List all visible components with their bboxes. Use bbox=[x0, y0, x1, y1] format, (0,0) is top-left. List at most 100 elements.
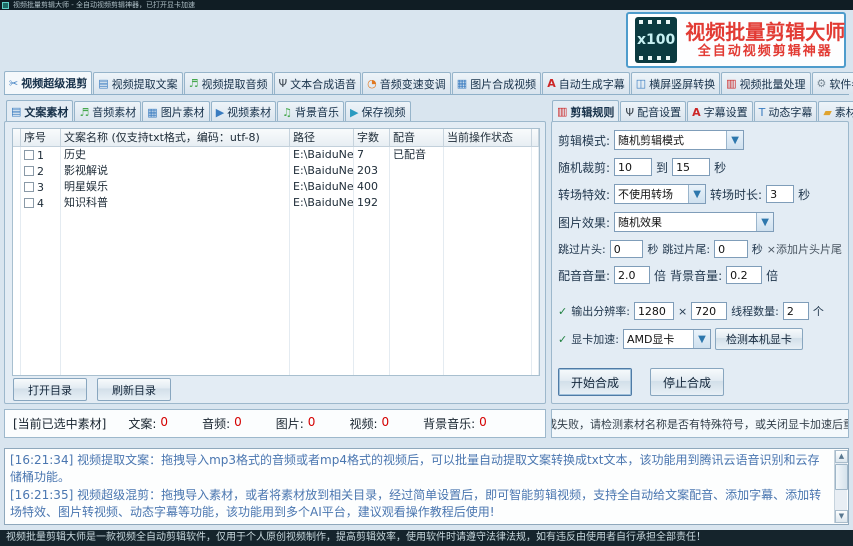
row-number: 2 bbox=[37, 164, 44, 179]
tab-audio-material[interactable]: ♬ 音频素材 bbox=[74, 101, 141, 122]
image-effect-select[interactable]: 随机效果 bbox=[614, 212, 774, 232]
cell-path: E:\BaiduNetd... bbox=[290, 147, 354, 163]
header-voice[interactable]: 配音 bbox=[390, 129, 444, 146]
random-crop-max-input[interactable]: 15 bbox=[672, 158, 710, 176]
row-number: 1 bbox=[37, 148, 44, 163]
scroll-down-icon[interactable]: ▼ bbox=[835, 510, 848, 523]
tab-video-batch-process[interactable]: ▥ 视频批量处理 bbox=[721, 72, 810, 94]
gpu-checkbox[interactable]: ✓ bbox=[558, 333, 567, 346]
resolution-row: ✓ 输出分辨率: 1280 × 720 线程数量: 2 个 bbox=[558, 302, 842, 320]
cell-status bbox=[444, 147, 532, 163]
tab-software-settings[interactable]: ⚙ 软件参数设置 bbox=[812, 72, 853, 94]
bg-volume-input[interactable]: 0.2 bbox=[726, 266, 762, 284]
log-entry: [16:21:35] 视频超级混剪：拖拽导入素材，或者将素材放到相关目录，经过简… bbox=[10, 487, 830, 521]
tab-video-material[interactable]: ▶ 视频素材 bbox=[211, 101, 276, 122]
skip-tail-input[interactable]: 0 bbox=[714, 240, 748, 258]
table-row[interactable]: 1 历史 E:\BaiduNetd... 7 已配音 bbox=[13, 147, 539, 163]
clock-icon: ◔ bbox=[367, 78, 377, 89]
dropdown-arrow-icon[interactable] bbox=[756, 213, 773, 231]
tab-text-to-speech[interactable]: Ψ 文本合成语音 bbox=[274, 72, 362, 94]
tab-bgm[interactable]: ♫ 背景音乐 bbox=[277, 101, 344, 122]
skip-row: 跳过片头: 0 秒 跳过片尾: 0 秒 ×添加片头片尾 bbox=[558, 240, 842, 258]
dropdown-arrow-icon[interactable] bbox=[693, 330, 710, 348]
header-path[interactable]: 路径 bbox=[290, 129, 354, 146]
tab-video-extract-text[interactable]: ▤ 视频提取文案 bbox=[93, 72, 182, 94]
skip-head-input[interactable]: 0 bbox=[610, 240, 644, 258]
header-extra bbox=[532, 129, 539, 146]
tab-auto-subtitles[interactable]: A 自动生成字幕 bbox=[542, 72, 630, 94]
crop-unit-label: 秒 bbox=[714, 159, 726, 176]
text-material-panel: 序号 文案名称 (仅支持txt格式，编码：utf-8) 路径 字数 配音 当前操… bbox=[4, 121, 546, 404]
cell-num: 1 bbox=[21, 147, 61, 163]
row-checkbox[interactable] bbox=[24, 166, 34, 176]
voice-volume-unit: 倍 bbox=[654, 267, 666, 284]
dropdown-arrow-icon[interactable] bbox=[726, 131, 743, 149]
row-checkbox[interactable] bbox=[24, 150, 34, 160]
cell-name: 历史 bbox=[61, 147, 290, 163]
tab-label: 视频批量处理 bbox=[740, 76, 806, 92]
scrollbar-thumb[interactable] bbox=[835, 464, 848, 490]
resolution-checkbox[interactable]: ✓ bbox=[558, 305, 567, 318]
image-effect-label: 图片效果: bbox=[558, 214, 610, 231]
header-gutter bbox=[13, 129, 21, 146]
gpu-select[interactable]: AMD显卡 bbox=[623, 329, 711, 349]
selected-materials-bar: [当前已选中素材] 文案:0 音频:0 图片:0 视频:0 背景音乐:0 bbox=[4, 409, 546, 438]
random-crop-min-input[interactable]: 10 bbox=[614, 158, 652, 176]
row-checkbox[interactable] bbox=[24, 198, 34, 208]
compose-status-message: 合成失败，请检测素材名称是否有特殊符号，或关闭显卡加速后重试 bbox=[551, 409, 849, 438]
stop-compose-button[interactable]: 停止合成 bbox=[650, 368, 724, 396]
tab-label: 文案素材 bbox=[24, 104, 68, 120]
tab-image-material[interactable]: ▦ 图片素材 bbox=[142, 101, 209, 122]
rules-tab-bar: ▥ 剪辑规则 Ψ 配音设置 A 字幕设置 T 动态字幕 ▰ 素材目录 bbox=[552, 100, 853, 122]
add-intro-outro-checkbox[interactable]: ×添加片头片尾 bbox=[767, 241, 842, 257]
table-row[interactable]: 2 影视解说 E:\BaiduNetd... 203 bbox=[13, 163, 539, 179]
header-name[interactable]: 文案名称 (仅支持txt格式，编码：utf-8) bbox=[61, 129, 290, 146]
cell-extra bbox=[532, 179, 539, 195]
tab-edit-rules[interactable]: ▥ 剪辑规则 bbox=[552, 100, 619, 122]
threads-label: 线程数量: bbox=[731, 303, 779, 319]
voice-volume-input[interactable]: 2.0 bbox=[614, 266, 650, 284]
title-bar: 视频批量剪辑大师 - 全自动视频剪辑神器，已打开显卡加速 bbox=[0, 0, 853, 10]
tab-audio-speed-pitch[interactable]: ◔ 音频变速变调 bbox=[362, 72, 451, 94]
tab-dubbing-settings[interactable]: Ψ 配音设置 bbox=[620, 101, 686, 122]
tab-label: 保存视频 bbox=[362, 104, 406, 120]
clip-mode-select[interactable]: 随机剪辑模式 bbox=[614, 130, 744, 150]
logo-text: 视频批量剪辑大师 全自动视频剪辑神器 bbox=[685, 20, 845, 60]
start-compose-button[interactable]: 开始合成 bbox=[558, 368, 632, 396]
scroll-up-icon[interactable]: ▲ bbox=[835, 450, 848, 463]
log-scrollbar[interactable]: ▲ ▼ bbox=[834, 450, 847, 523]
open-directory-button[interactable]: 打开目录 bbox=[13, 378, 87, 401]
image-icon: ▦ bbox=[457, 78, 467, 89]
tab-dynamic-subtitles[interactable]: T 动态字幕 bbox=[754, 101, 818, 122]
row-checkbox[interactable] bbox=[24, 182, 34, 192]
tab-text-material[interactable]: ▤ 文案素材 bbox=[6, 100, 73, 122]
threads-input[interactable]: 2 bbox=[783, 302, 809, 320]
tab-subtitle-settings[interactable]: A 字幕设置 bbox=[687, 101, 753, 122]
transition-duration-input[interactable]: 3 bbox=[766, 185, 794, 203]
header-status[interactable]: 当前操作状态 bbox=[444, 129, 532, 146]
tab-save-video[interactable]: ▶ 保存视频 bbox=[345, 101, 410, 122]
table-row[interactable]: 4 知识科普 E:\BaiduNetd... 192 bbox=[13, 195, 539, 211]
cell-voice: 已配音 bbox=[390, 147, 444, 163]
transition-select[interactable]: 不使用转场 bbox=[614, 184, 706, 204]
tab-video-super-mix[interactable]: ✂ 视频超级混剪 bbox=[4, 71, 92, 94]
resolution-height-input[interactable]: 720 bbox=[691, 302, 727, 320]
tab-video-extract-audio[interactable]: ♬ 视频提取音频 bbox=[184, 72, 273, 94]
log-area[interactable]: [16:21:34] 视频提取文案：拖拽导入mp3格式的音频或者mp4格式的视频… bbox=[4, 448, 849, 525]
tab-image-to-video[interactable]: ▦ 图片合成视频 bbox=[452, 72, 541, 94]
tab-material-directory[interactable]: ▰ 素材目录 bbox=[818, 101, 853, 122]
header-num[interactable]: 序号 bbox=[21, 129, 61, 146]
table-empty-row bbox=[13, 275, 539, 291]
cell-words: 7 bbox=[354, 147, 390, 163]
detect-gpu-button[interactable]: 检测本机显卡 bbox=[715, 328, 803, 350]
refresh-directory-button[interactable]: 刷新目录 bbox=[97, 378, 171, 401]
row-gutter bbox=[13, 163, 21, 179]
table-row[interactable]: 3 明星娱乐 E:\BaiduNetd... 400 bbox=[13, 179, 539, 195]
selected-audio-count: 音频:0 bbox=[202, 415, 242, 432]
resolution-width-input[interactable]: 1280 bbox=[634, 302, 674, 320]
logo-badge-text: x100 bbox=[637, 33, 675, 47]
header-words[interactable]: 字数 bbox=[354, 129, 390, 146]
tab-landscape-portrait-convert[interactable]: ◫ 横屏竖屏转换 bbox=[631, 72, 720, 94]
dropdown-arrow-icon[interactable] bbox=[688, 185, 705, 203]
app-icon bbox=[2, 2, 9, 9]
